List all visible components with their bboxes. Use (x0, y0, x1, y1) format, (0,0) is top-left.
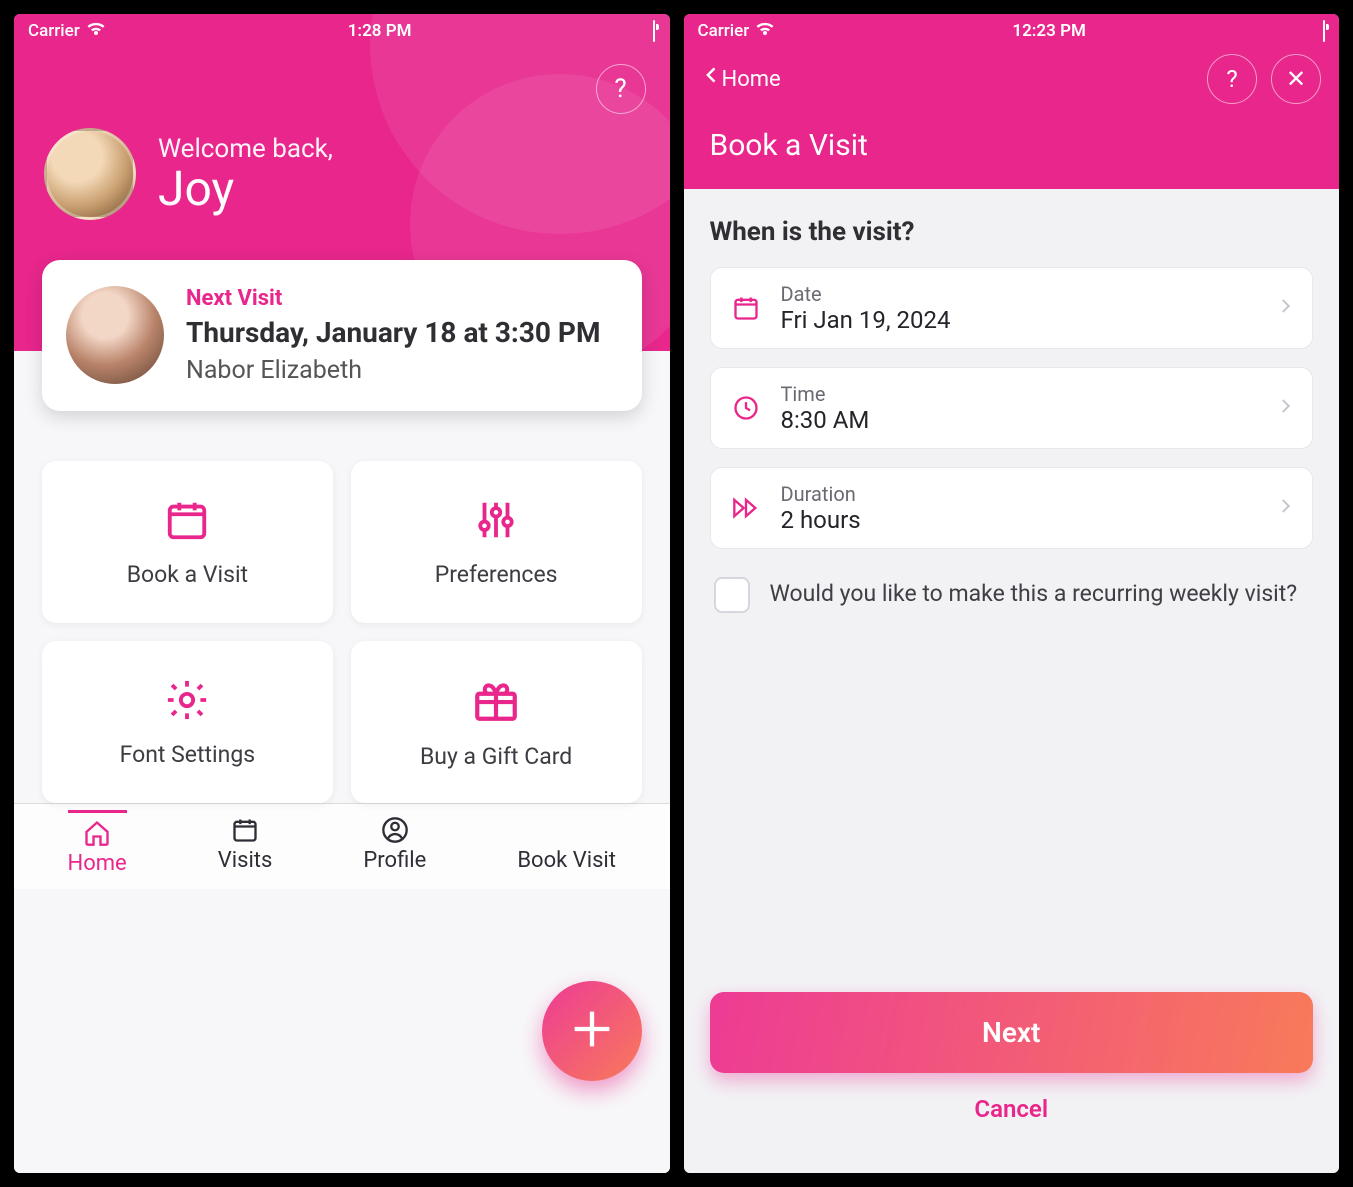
status-bar: Carrier 12:23 PM (684, 14, 1340, 48)
profile-icon (381, 816, 409, 844)
tile-label: Book a Visit (127, 561, 248, 588)
field-label: Date (781, 282, 1259, 306)
section-heading: When is the visit? (710, 217, 1314, 247)
tile-label: Preferences (435, 561, 558, 588)
tab-label: Visits (218, 848, 273, 873)
field-label: Duration (781, 482, 1259, 506)
sliders-icon (473, 497, 519, 547)
help-button[interactable]: ? (1207, 54, 1257, 104)
home-screen: Carrier 1:28 PM ? Welcome back, Joy Next… (14, 14, 670, 1173)
calendar-icon (729, 294, 763, 322)
clock-icon (729, 394, 763, 422)
recurring-text: Would you like to make this a recurring … (770, 577, 1298, 610)
calendar-icon (231, 816, 259, 844)
close-icon: ✕ (1286, 65, 1306, 93)
carrier-label: Carrier (698, 21, 750, 41)
tab-label: Book Visit (517, 848, 616, 873)
close-button[interactable]: ✕ (1271, 54, 1321, 104)
back-label: Home (722, 67, 781, 92)
duration-field[interactable]: Duration 2 hours (710, 467, 1314, 549)
page-title: Book a Visit (684, 104, 1340, 169)
next-visit-who: Nabor Elizabeth (186, 356, 600, 385)
home-content: Book a Visit Preferences Font Settings B… (14, 351, 670, 1173)
recurring-checkbox[interactable] (714, 577, 750, 613)
tab-book-visit[interactable]: Book Visit (517, 816, 616, 873)
user-avatar[interactable] (44, 128, 136, 220)
calendar-icon (164, 497, 210, 547)
welcome-label: Welcome back, (158, 134, 333, 164)
tile-font-settings[interactable]: Font Settings (42, 641, 333, 803)
tile-gift-card[interactable]: Buy a Gift Card (351, 641, 642, 803)
wifi-icon (755, 21, 775, 42)
tab-visits[interactable]: Visits (218, 816, 273, 873)
date-field[interactable]: Date Fri Jan 19, 2024 (710, 267, 1314, 349)
tab-label: Profile (363, 848, 426, 873)
battery-icon (1323, 21, 1325, 41)
book-visit-screen: Carrier 12:23 PM Home ? ✕ Book (684, 14, 1340, 1173)
gift-icon (471, 675, 521, 729)
plus-icon (566, 1003, 618, 1059)
tile-book-visit[interactable]: Book a Visit (42, 461, 333, 623)
next-visit-label: Next Visit (186, 286, 600, 311)
fab-add[interactable] (542, 981, 642, 1081)
field-value: 2 hours (781, 506, 1259, 534)
status-time: 12:23 PM (1012, 21, 1086, 41)
field-value: 8:30 AM (781, 406, 1259, 434)
recurring-row: Would you like to make this a recurring … (710, 567, 1314, 623)
next-button[interactable]: Next (710, 992, 1314, 1073)
tile-preferences[interactable]: Preferences (351, 461, 642, 623)
time-field[interactable]: Time 8:30 AM (710, 367, 1314, 449)
cancel-button[interactable]: Cancel (710, 1073, 1314, 1145)
top-bar: Carrier 12:23 PM Home ? ✕ Book (684, 14, 1340, 189)
tile-label: Font Settings (120, 741, 256, 768)
next-visit-card[interactable]: Next Visit Thursday, January 18 at 3:30 … (42, 260, 642, 411)
welcome-row: Welcome back, Joy (14, 48, 670, 260)
next-visit-title: Thursday, January 18 at 3:30 PM (186, 315, 600, 350)
tab-bar: Home Visits Profile Book Visit (14, 803, 670, 889)
question-icon: ? (1226, 65, 1237, 93)
user-name: Joy (158, 164, 333, 214)
form-body: When is the visit? Date Fri Jan 19, 2024… (684, 189, 1340, 1173)
back-button[interactable]: Home (702, 61, 781, 97)
home-icon (83, 819, 111, 847)
tab-home[interactable]: Home (68, 810, 127, 876)
field-value: Fri Jan 19, 2024 (781, 306, 1259, 334)
gear-icon (164, 677, 210, 727)
chevron-left-icon (702, 61, 722, 97)
chevron-right-icon (1276, 392, 1294, 424)
field-label: Time (781, 382, 1259, 406)
fast-forward-icon (729, 497, 763, 519)
button-label: Next (982, 1016, 1040, 1049)
visitor-avatar (66, 286, 164, 384)
button-label: Cancel (974, 1095, 1048, 1123)
chevron-right-icon (1276, 292, 1294, 324)
hero: Carrier 1:28 PM ? Welcome back, Joy Next… (14, 14, 670, 431)
chevron-right-icon (1276, 492, 1294, 524)
tab-label: Home (68, 851, 127, 876)
tile-label: Buy a Gift Card (420, 743, 572, 770)
tab-profile[interactable]: Profile (363, 816, 426, 873)
